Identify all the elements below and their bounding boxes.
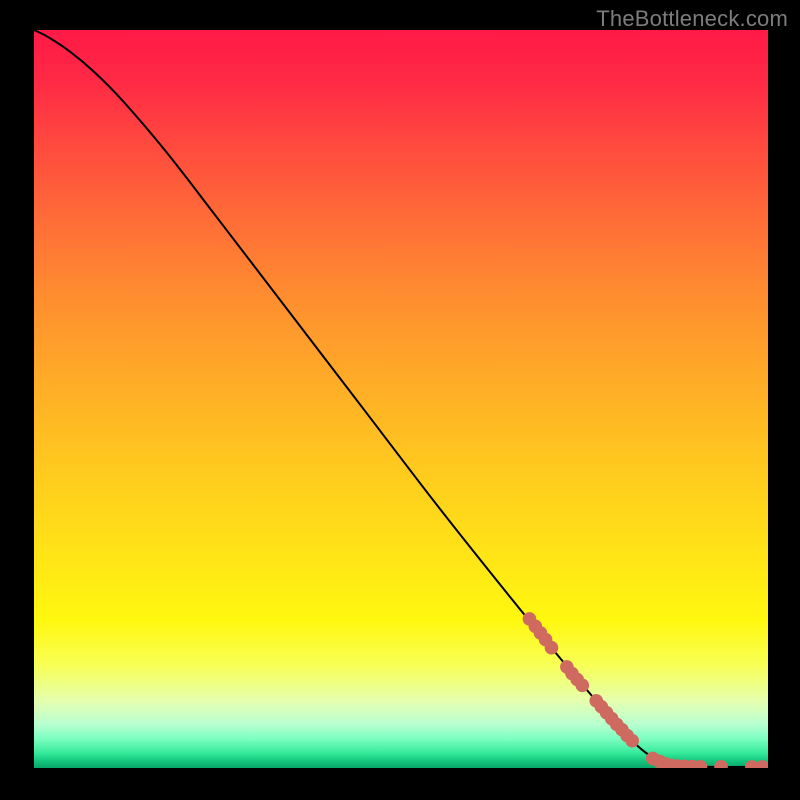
data-point [545, 641, 559, 655]
plot-area [34, 30, 768, 768]
data-point [714, 760, 728, 768]
watermark-text: TheBottleneck.com [596, 6, 788, 32]
data-point [755, 760, 768, 768]
data-point [625, 734, 639, 748]
chart-stage: TheBottleneck.com [0, 0, 800, 800]
data-point [575, 679, 589, 693]
chart-svg [34, 30, 768, 768]
curve-line [34, 30, 768, 767]
scatter-dots [523, 612, 768, 768]
